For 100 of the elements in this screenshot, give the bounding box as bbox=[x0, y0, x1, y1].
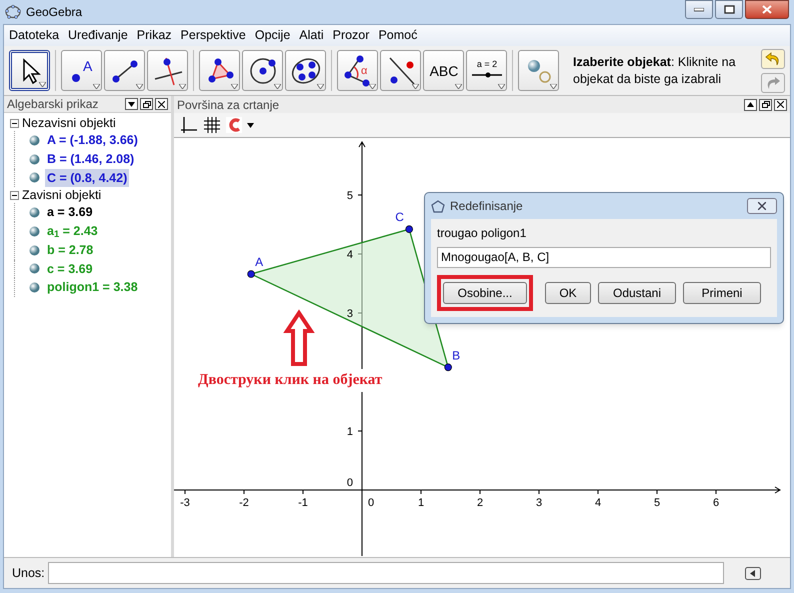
point-label: A bbox=[255, 255, 264, 270]
tool-button[interactable] bbox=[147, 50, 188, 91]
pentagon-icon bbox=[431, 200, 445, 212]
tool-button[interactable] bbox=[242, 50, 283, 91]
panel-title: Algebarski prikaz bbox=[7, 96, 100, 113]
point-marker[interactable] bbox=[247, 270, 255, 278]
tool-button[interactable] bbox=[380, 50, 421, 91]
maximize-button[interactable] bbox=[715, 0, 743, 19]
point-marker[interactable] bbox=[405, 225, 413, 234]
axis-tick-label: 1 bbox=[346, 426, 353, 438]
drawing-canvas[interactable]: -3 -2 -1 0 1 2 3 4 5 6 5 4 3 1 0 A B C Двоструки клик на објекат Redefinisanje trougao poligon1 Mnogougao[A, B, C] Osobine... OK Odustani Primeni bbox=[174, 137, 790, 557]
axis-tick-label: -3 bbox=[180, 497, 190, 509]
axis-tick-label: 1 bbox=[418, 497, 424, 509]
algebra-entry[interactable]: a$_{1}$ = 2.43 bbox=[45, 222, 100, 241]
dialog-button[interactable]: Osobine... bbox=[443, 282, 527, 304]
algebra-entry[interactable]: c = 3.69 bbox=[45, 260, 95, 278]
sphere-icon bbox=[29, 154, 40, 165]
close-icon[interactable] bbox=[155, 98, 168, 110]
definition-input[interactable]: Mnogougao[A, B, C] bbox=[437, 247, 771, 268]
dialog-button[interactable]: Odustani bbox=[598, 282, 676, 304]
close-icon[interactable] bbox=[774, 98, 787, 110]
axis-tick-label: 0 bbox=[346, 477, 353, 489]
point-label: B bbox=[452, 348, 460, 362]
tree-group-label[interactable]: Zavisni objekti bbox=[22, 186, 102, 205]
tool-help-text: Izaberite objekat: Kliknite na objekat da biste ga izabrali bbox=[572, 54, 737, 88]
sphere-icon bbox=[29, 244, 40, 256]
tool-button[interactable] bbox=[104, 50, 145, 91]
sphere-icon bbox=[29, 172, 40, 184]
maximize-icon bbox=[724, 5, 734, 14]
caret-icon bbox=[455, 84, 462, 89]
sphere-icon bbox=[29, 226, 40, 237]
menu-item[interactable]: Prozor bbox=[332, 26, 370, 45]
input-field[interactable] bbox=[48, 562, 724, 584]
panel-title: Površina za crtanje bbox=[177, 96, 280, 114]
axis-tick-label: 2 bbox=[476, 497, 484, 509]
menu-item[interactable]: Opcije bbox=[254, 26, 290, 45]
tool-button[interactable] bbox=[9, 50, 50, 91]
dropdown-icon[interactable] bbox=[125, 98, 138, 110]
axis-tick-label: 0 bbox=[368, 497, 374, 509]
point-label: C bbox=[395, 210, 404, 224]
restore-icon[interactable] bbox=[140, 98, 153, 110]
algebra-entry[interactable]: poligon1 = 3.38 bbox=[45, 278, 140, 297]
menu-item[interactable]: Perspektive bbox=[180, 26, 246, 45]
caret-icon bbox=[369, 84, 376, 89]
dialog-button[interactable]: Primeni bbox=[683, 282, 761, 304]
sphere-icon bbox=[29, 282, 40, 294]
axis-tick-label: 5 bbox=[346, 190, 353, 202]
caret-icon bbox=[550, 84, 557, 89]
dialog-label: trougao poligon1 bbox=[437, 225, 528, 242]
magnet-icon[interactable] bbox=[226, 117, 242, 133]
menu-item[interactable]: Uređivanje bbox=[68, 26, 128, 45]
caret-icon bbox=[179, 84, 186, 89]
algebra-entry[interactable]: C = (0.8, 4.42) bbox=[45, 168, 130, 188]
dialog-title: Redefinisanje bbox=[450, 198, 524, 215]
axis-tick-label: -2 bbox=[239, 497, 249, 509]
collapse-icon[interactable] bbox=[10, 190, 19, 200]
annotation-text: Двоструки клик на објекат bbox=[198, 369, 382, 392]
caret-icon bbox=[231, 84, 238, 89]
menu-item[interactable]: Prikaz bbox=[136, 26, 172, 45]
axis-tick-label: 5 bbox=[654, 497, 660, 509]
algebra-entry[interactable]: a = 3.69 bbox=[45, 203, 95, 222]
tool-button[interactable] bbox=[199, 50, 240, 91]
axes-icon[interactable] bbox=[180, 116, 198, 134]
algebra-entry[interactable]: A = (-1.88, 3.66) bbox=[45, 131, 140, 150]
point-marker[interactable] bbox=[444, 363, 452, 372]
caret-icon bbox=[412, 84, 419, 89]
redo-arrow-icon bbox=[765, 76, 781, 90]
restore-icon[interactable] bbox=[759, 98, 772, 110]
sphere-icon bbox=[29, 207, 40, 218]
minimize-button[interactable] bbox=[685, 0, 713, 19]
close-button[interactable] bbox=[745, 0, 789, 19]
axis-tick-label: 6 bbox=[712, 497, 720, 509]
minimize-icon bbox=[694, 8, 704, 12]
window-title: GeoGebra bbox=[26, 4, 84, 21]
caret-icon bbox=[93, 84, 100, 89]
undo-button[interactable] bbox=[761, 48, 785, 68]
toggle-panel-icon[interactable] bbox=[744, 566, 761, 580]
axis-tick-label: 4 bbox=[346, 249, 353, 261]
caret-icon bbox=[498, 84, 505, 89]
sphere-icon bbox=[29, 134, 40, 146]
axis-tick-label: 3 bbox=[346, 308, 353, 320]
algebra-entry[interactable]: B = (1.46, 2.08) bbox=[45, 150, 136, 168]
tree-group-label[interactable]: Nezavisni objekti bbox=[22, 114, 116, 132]
app-logo-icon bbox=[5, 5, 21, 19]
sphere-icon bbox=[29, 263, 40, 274]
collapse-icon[interactable] bbox=[10, 118, 19, 128]
dialog-button[interactable]: OK bbox=[545, 282, 591, 304]
menu-item[interactable]: Pomoć bbox=[378, 26, 418, 45]
menu-item[interactable]: Datoteka bbox=[9, 26, 60, 45]
caret-icon[interactable] bbox=[247, 122, 254, 128]
algebra-entry[interactable]: b = 2.78 bbox=[45, 240, 96, 260]
close-button[interactable] bbox=[747, 198, 777, 214]
tool-button[interactable] bbox=[285, 50, 326, 91]
collapse-icon[interactable] bbox=[744, 98, 757, 110]
undo-arrow-icon bbox=[765, 52, 781, 66]
grid-icon[interactable] bbox=[203, 116, 221, 134]
menu-item[interactable]: Alati bbox=[299, 26, 324, 45]
input-label: Unos: bbox=[12, 564, 45, 582]
caret-icon bbox=[274, 84, 281, 89]
close-icon bbox=[762, 5, 772, 14]
